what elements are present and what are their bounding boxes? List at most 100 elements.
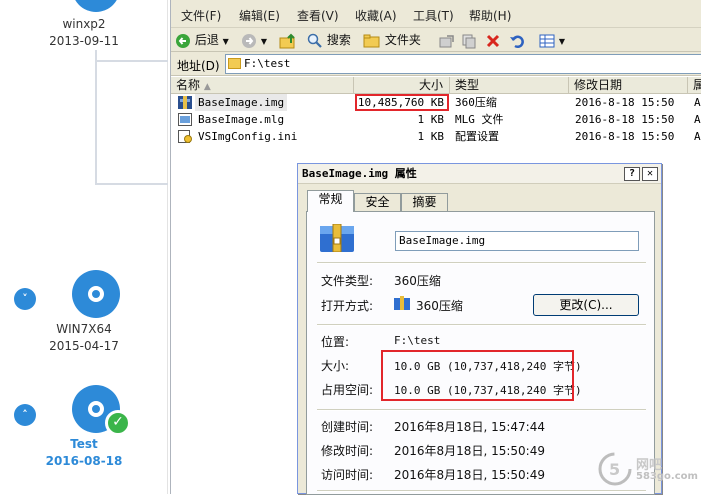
column-size[interactable]: 大小	[354, 77, 450, 94]
snapshot-timeline: winxp2 2013-09-11 ˅ WIN7X64 2015-04-17 ˄…	[0, 0, 168, 494]
file-modified: 2016-8-18 15:50	[575, 130, 675, 143]
change-button[interactable]: 更改(C)...	[533, 294, 639, 316]
toolbar: 后退 ▼ ▼ 搜索 文件夹 ▼	[171, 28, 701, 52]
file-attributes: A	[694, 96, 701, 109]
snapshot-win7x64-icon[interactable]	[72, 270, 120, 318]
up-folder-button[interactable]	[279, 30, 297, 50]
svg-text:5: 5	[609, 460, 620, 479]
column-modified[interactable]: 修改日期	[569, 77, 688, 94]
snapshot-name: Test	[70, 437, 98, 451]
watermark-logo-icon: 5	[598, 452, 632, 486]
sort-arrow-icon: ▲	[203, 82, 211, 92]
accessed-label: 访问时间:	[321, 468, 374, 482]
file-name: BaseImage.mlg	[198, 113, 285, 126]
column-attributes[interactable]: 属	[688, 77, 701, 94]
menu-file[interactable]: 文件(F)	[181, 7, 221, 24]
undo-button[interactable]	[509, 30, 525, 50]
folders-button[interactable]: 文件夹	[363, 30, 421, 50]
modified-value: 2016年8月18日, 15:50:49	[394, 444, 545, 458]
forward-button[interactable]: ▼	[241, 30, 267, 50]
back-arrow-icon	[176, 33, 190, 48]
help-button[interactable]: ?	[624, 167, 640, 181]
address-input[interactable]: F:\test	[225, 54, 701, 74]
file-row[interactable]: BaseImage.mlg 1 KB MLG 文件 2016-8-18 15:5…	[171, 111, 701, 128]
highlight-box	[381, 350, 574, 401]
snapshot-date: 2016-08-18	[45, 454, 123, 468]
search-icon	[307, 33, 322, 48]
tab-summary[interactable]: 摘要	[401, 193, 448, 211]
snapshot-name: WIN7X64	[56, 322, 112, 336]
search-label: 搜索	[326, 33, 351, 47]
menu-tools[interactable]: 工具(T)	[413, 7, 454, 24]
file-type: MLG 文件	[455, 113, 504, 126]
move-to-icon	[439, 34, 454, 47]
properties-dialog: BaseImage.img 属性 ? ✕ 常规 安全 摘要 BaseImage.…	[297, 163, 662, 495]
dropdown-arrow-icon[interactable]: ▼	[559, 37, 565, 46]
divider	[317, 490, 646, 492]
timeline-connector	[95, 183, 168, 185]
forward-arrow-icon	[242, 33, 256, 48]
dialog-title-bar[interactable]: BaseImage.img 属性 ? ✕	[298, 164, 661, 184]
archive-file-icon	[178, 96, 192, 109]
location-label: 位置:	[321, 335, 350, 349]
size-label: 大小:	[321, 359, 350, 373]
copy-to-icon	[462, 34, 476, 48]
address-bar: 地址(D) F:\test	[171, 52, 701, 76]
timeline-connector	[95, 50, 97, 184]
undo-icon	[510, 35, 524, 48]
back-button[interactable]: 后退 ▼	[175, 30, 229, 50]
folder-icon	[228, 58, 241, 69]
menu-favorites[interactable]: 收藏(A)	[355, 7, 397, 24]
dropdown-arrow-icon[interactable]: ▼	[261, 37, 267, 46]
archive-file-icon	[320, 224, 354, 252]
divider	[317, 409, 646, 411]
dialog-title: BaseImage.img 属性	[302, 167, 417, 180]
active-check-icon: ✓	[105, 410, 131, 436]
file-type-label: 文件类型:	[321, 274, 374, 288]
site-watermark: 5 网吧 583go.com	[598, 446, 701, 494]
column-name[interactable]: 名称 ▲	[171, 77, 354, 94]
address-value: F:\test	[244, 57, 291, 70]
menu-edit[interactable]: 编辑(E)	[239, 7, 280, 24]
up-folder-icon	[279, 33, 295, 48]
views-grid-icon	[539, 34, 555, 47]
file-attributes: A	[694, 130, 701, 143]
tab-general[interactable]: 常规	[307, 190, 354, 212]
menu-view[interactable]: 查看(V)	[297, 7, 339, 24]
menu-help[interactable]: 帮助(H)	[469, 7, 511, 24]
copy-to-button[interactable]	[461, 30, 477, 50]
file-name: VSImgConfig.ini	[198, 130, 298, 143]
close-button[interactable]: ✕	[642, 167, 658, 181]
delete-button[interactable]	[485, 30, 501, 50]
search-button[interactable]: 搜索	[307, 30, 351, 50]
created-value: 2016年8月18日, 15:47:44	[394, 420, 545, 434]
views-button[interactable]: ▼	[539, 30, 565, 50]
file-name: BaseImage.img	[195, 94, 288, 111]
archive-app-icon	[394, 296, 410, 310]
snapshot-winxp2-icon[interactable]	[72, 0, 120, 12]
file-modified: 2016-8-18 15:50	[575, 113, 675, 126]
file-type: 配置设置	[455, 130, 499, 143]
timeline-connector	[95, 60, 168, 62]
tab-security[interactable]: 安全	[354, 193, 401, 211]
snapshot-date: 2013-09-11	[49, 34, 119, 48]
column-type[interactable]: 类型	[450, 77, 569, 94]
divider	[317, 324, 646, 326]
divider	[317, 262, 646, 264]
dropdown-arrow-icon[interactable]: ▼	[223, 37, 229, 46]
filename-field[interactable]: BaseImage.img	[395, 231, 639, 251]
mlg-file-icon	[178, 113, 192, 126]
expand-toggle[interactable]: ˄	[14, 404, 36, 426]
menu-bar: 文件(F) 编辑(E) 查看(V) 收藏(A) 工具(T) 帮助(H)	[171, 0, 701, 28]
file-row[interactable]: VSImgConfig.ini 1 KB 配置设置 2016-8-18 15:5…	[171, 128, 701, 145]
created-label: 创建时间:	[321, 420, 374, 434]
file-modified: 2016-8-18 15:50	[575, 96, 675, 109]
collapse-toggle[interactable]: ˅	[14, 288, 36, 310]
disk-size-label: 占用空间:	[321, 383, 374, 397]
move-to-button[interactable]	[439, 30, 455, 50]
file-attributes: A	[694, 113, 701, 126]
snapshot-date: 2015-04-17	[49, 339, 119, 353]
delete-x-icon	[486, 34, 500, 47]
highlight-box	[355, 94, 449, 111]
modified-label: 修改时间:	[321, 444, 374, 458]
